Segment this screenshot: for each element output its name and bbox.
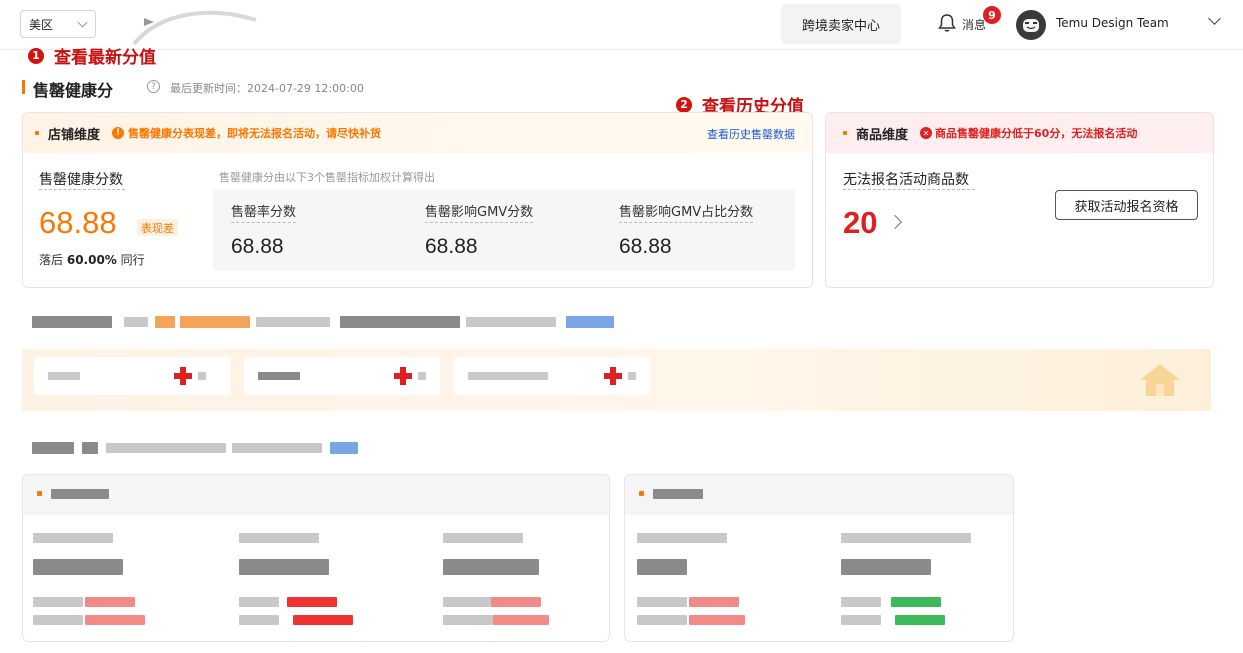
redacted-panel-left xyxy=(22,474,610,642)
error-icon: ✕ xyxy=(920,127,933,139)
avatar[interactable] xyxy=(1016,10,1046,40)
peer-comparison-suffix: 同行 xyxy=(120,253,145,267)
chevron-down-icon[interactable] xyxy=(1208,12,1221,25)
annotation-latest-score: 1 查看最新分值 xyxy=(28,43,156,68)
plus-icon xyxy=(174,367,192,385)
product-dimension-title: 商品维度 xyxy=(856,127,909,143)
top-bar: 美区 跨境卖家中心 消息 9 Temu Design Team xyxy=(0,0,1243,50)
messages-count-badge: 9 xyxy=(983,6,1001,24)
performance-badge: 表现差 xyxy=(137,219,178,236)
warning-icon: ! xyxy=(112,127,125,139)
metric-label: 售罄影响GMV分数 xyxy=(425,201,534,223)
dimension-dot xyxy=(843,131,847,135)
redacted-chip xyxy=(244,357,440,395)
redacted-promo-band xyxy=(22,349,1211,411)
store-dimension-title: 店铺维度 xyxy=(48,127,101,143)
plus-icon xyxy=(604,367,622,385)
history-data-link[interactable]: 查看历史售罄数据 xyxy=(707,126,795,142)
redacted-chip xyxy=(454,357,650,395)
annotation-number: 1 xyxy=(28,47,44,64)
chevron-right-icon[interactable] xyxy=(887,214,903,230)
health-score-value: 68.88 xyxy=(39,205,117,240)
last-updated-time: 最后更新时间：2024-07-29 12:00:00 xyxy=(170,82,364,95)
annotation-text: 查看最新分值 xyxy=(54,48,156,68)
metric-gmv-impact: 售罄影响GMV分数 68.88 xyxy=(425,201,534,259)
product-dimension-card: 商品维度 ✕ 商品售罄健康分低于60分，无法报名活动 无法报名活动商品数 20 … xyxy=(825,112,1214,288)
chevron-down-icon xyxy=(77,17,88,28)
avatar-face-icon xyxy=(1023,19,1039,32)
seller-center-button[interactable]: 跨境卖家中心 xyxy=(781,4,901,44)
peer-comparison: 落后 60.00% 同行 xyxy=(39,251,145,268)
plus-icon xyxy=(394,367,412,385)
peer-comparison-prefix: 落后 xyxy=(39,253,64,267)
metric-value: 68.88 xyxy=(619,235,672,258)
store-dimension-card: 店铺维度 ! 售罄健康分表现差，即将无法报名活动，请尽快补货 查看历史售罄数据 … xyxy=(22,112,813,288)
product-card-header: 商品维度 ✕ 商品售罄健康分低于60分，无法报名活动 xyxy=(826,113,1213,153)
metric-label: 售罄率分数 xyxy=(231,201,297,223)
get-qualification-button[interactable]: 获取活动报名资格 xyxy=(1055,190,1198,220)
metric-value: 68.88 xyxy=(425,235,478,258)
messages-label[interactable]: 消息 xyxy=(962,16,986,33)
region-select-value: 美区 xyxy=(29,17,54,32)
redacted-panel-header xyxy=(23,475,609,515)
decorative-arc xyxy=(132,10,257,46)
region-select[interactable]: 美区 xyxy=(20,10,96,38)
metric-gmv-share: 售罄影响GMV占比分数 68.88 xyxy=(619,201,754,259)
section-accent-bar xyxy=(22,80,25,94)
house-icon xyxy=(1140,364,1180,396)
redacted-panel-header xyxy=(625,475,1013,515)
metrics-panel: 售罄率分数 68.88 售罄影响GMV分数 68.88 售罄影响GMV占比分数 … xyxy=(213,189,795,271)
ineligible-products-count[interactable]: 20 xyxy=(843,205,877,241)
redacted-panel-right xyxy=(624,474,1014,642)
peer-comparison-percent: 60.00% xyxy=(66,253,117,267)
bell-icon[interactable] xyxy=(938,13,956,33)
page-title: 售罄健康分 xyxy=(33,81,114,100)
account-name[interactable]: Temu Design Team xyxy=(1056,16,1169,30)
ineligible-products-underline xyxy=(843,189,975,190)
question-circle-icon[interactable]: ? xyxy=(147,80,160,93)
annotation-number: 2 xyxy=(676,96,692,113)
metric-sellout-rate: 售罄率分数 68.88 xyxy=(231,201,297,259)
calculation-note: 售罄健康分由以下3个售罄指标加权计算得出 xyxy=(219,171,435,184)
product-warning-text: 商品售罄健康分低于60分，无法报名活动 xyxy=(935,127,1138,140)
metric-value: 68.88 xyxy=(231,235,284,258)
dimension-dot xyxy=(35,131,39,135)
score-label: 售罄健康分数 xyxy=(39,172,123,188)
redacted-chip xyxy=(34,357,230,395)
ineligible-products-label: 无法报名活动商品数 xyxy=(843,172,969,188)
store-warning-text: 售罄健康分表现差，即将无法报名活动，请尽快补货 xyxy=(128,127,382,140)
score-label-underline xyxy=(39,189,125,190)
store-card-header: 店铺维度 ! 售罄健康分表现差，即将无法报名活动，请尽快补货 查看历史售罄数据 xyxy=(23,113,812,153)
metric-label: 售罄影响GMV占比分数 xyxy=(619,201,754,223)
